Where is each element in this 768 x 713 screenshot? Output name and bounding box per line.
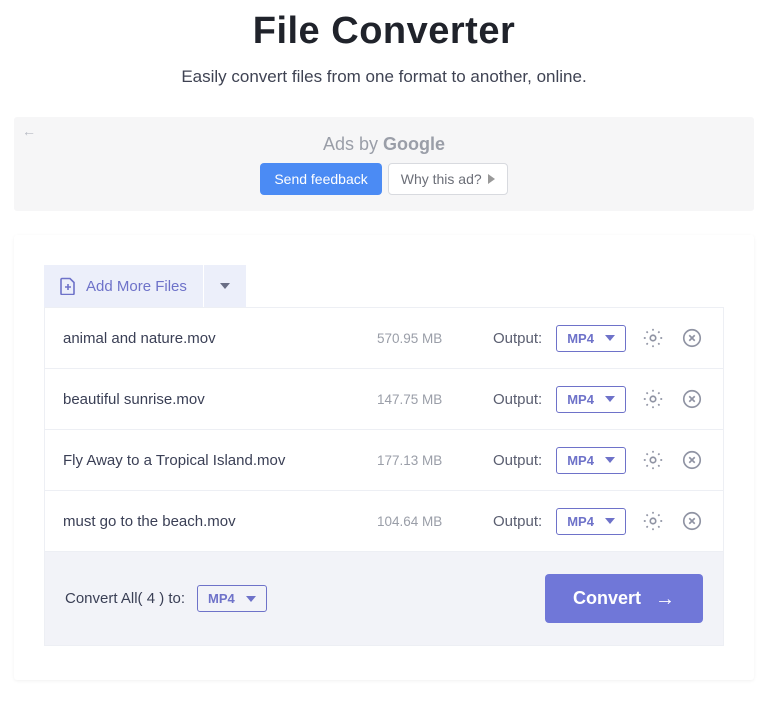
output-label: Output: <box>493 452 542 469</box>
output-label: Output: <box>493 391 542 408</box>
file-name: animal and nature.mov <box>63 330 363 347</box>
ad-block: ← Ads by Google Send feedback Why this a… <box>14 117 754 211</box>
file-row: beautiful sunrise.mov 147.75 MB Output: MP4 <box>45 369 723 430</box>
settings-button[interactable] <box>640 507 665 535</box>
file-size: 104.64 MB <box>377 514 465 529</box>
output-format-value: MP4 <box>567 514 594 529</box>
convert-button-label: Convert <box>573 588 641 609</box>
file-row: must go to the beach.mov 104.64 MB Output:… <box>45 491 723 551</box>
chevron-down-icon <box>605 518 615 524</box>
chevron-down-icon <box>605 335 615 341</box>
close-icon <box>681 510 703 532</box>
settings-button[interactable] <box>640 324 665 352</box>
output-label: Output: <box>493 513 542 530</box>
convert-button[interactable]: Convert → <box>545 574 703 623</box>
remove-button[interactable] <box>680 507 705 535</box>
add-more-dropdown[interactable] <box>204 265 246 307</box>
play-icon <box>488 174 495 184</box>
ad-byline-text: Ads by <box>323 134 383 154</box>
output-format-select[interactable]: MP4 <box>556 386 626 413</box>
gear-icon <box>642 388 664 410</box>
remove-button[interactable] <box>680 446 705 474</box>
settings-button[interactable] <box>640 385 665 413</box>
file-name: Fly Away to a Tropical Island.mov <box>63 452 363 469</box>
settings-button[interactable] <box>640 446 665 474</box>
send-feedback-button[interactable]: Send feedback <box>260 163 381 195</box>
chevron-down-icon <box>220 283 230 289</box>
chevron-down-icon <box>605 396 615 402</box>
file-size: 147.75 MB <box>377 392 465 407</box>
file-name: must go to the beach.mov <box>63 513 363 530</box>
convert-all-format-select[interactable]: MP4 <box>197 585 267 612</box>
chevron-down-icon <box>605 457 615 463</box>
remove-button[interactable] <box>680 385 705 413</box>
add-more-label: Add More Files <box>86 278 187 295</box>
convert-all-format-value: MP4 <box>208 591 235 606</box>
remove-button[interactable] <box>680 324 705 352</box>
output-format-select[interactable]: MP4 <box>556 325 626 352</box>
page-title: File Converter <box>0 10 768 53</box>
output-format-value: MP4 <box>567 331 594 346</box>
arrow-right-icon: → <box>655 589 675 609</box>
ad-brand: Google <box>383 134 445 154</box>
convert-all-label: Convert All( 4 ) to: <box>65 590 185 607</box>
panel-footer: Convert All( 4 ) to: MP4 Convert → <box>44 552 724 646</box>
file-name: beautiful sunrise.mov <box>63 391 363 408</box>
output-format-value: MP4 <box>567 453 594 468</box>
output-format-select[interactable]: MP4 <box>556 508 626 535</box>
file-row: Fly Away to a Tropical Island.mov 177.13 … <box>45 430 723 491</box>
output-label: Output: <box>493 330 542 347</box>
close-icon <box>681 327 703 349</box>
close-icon <box>681 449 703 471</box>
output-format-select[interactable]: MP4 <box>556 447 626 474</box>
why-this-ad-button[interactable]: Why this ad? <box>388 163 508 195</box>
why-this-ad-label: Why this ad? <box>401 171 482 187</box>
top-controls: Add More Files <box>44 265 724 307</box>
gear-icon <box>642 510 664 532</box>
add-file-icon <box>60 277 76 295</box>
close-icon <box>681 388 703 410</box>
gear-icon <box>642 449 664 471</box>
add-more-files-button[interactable]: Add More Files <box>44 265 204 307</box>
file-row: animal and nature.mov 570.95 MB Output: MP4 <box>45 308 723 369</box>
ad-byline: Ads by Google <box>323 134 445 155</box>
page-header: File Converter Easily convert files from… <box>0 0 768 99</box>
page-subtitle: Easily convert files from one format to … <box>0 67 768 87</box>
gear-icon <box>642 327 664 349</box>
file-list: animal and nature.mov 570.95 MB Output: MP4… <box>44 307 724 552</box>
chevron-down-icon <box>246 596 256 602</box>
ad-back-icon[interactable]: ← <box>22 123 36 139</box>
file-size: 570.95 MB <box>377 331 465 346</box>
converter-panel: Add More Files animal and nature.mov 570.… <box>14 235 754 680</box>
output-format-value: MP4 <box>567 392 594 407</box>
file-size: 177.13 MB <box>377 453 465 468</box>
